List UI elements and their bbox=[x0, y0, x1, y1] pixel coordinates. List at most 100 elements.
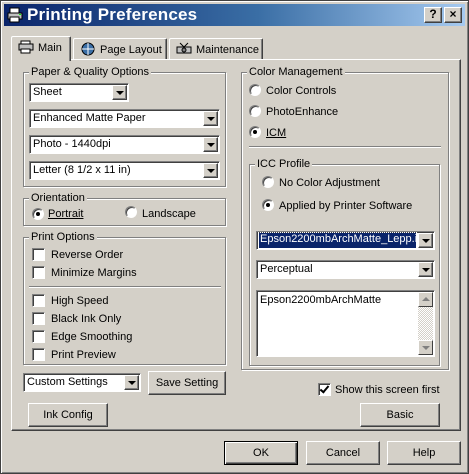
print-preview-label[interactable]: Print Preview bbox=[51, 349, 116, 361]
chevron-down-icon[interactable] bbox=[203, 163, 218, 178]
orientation-legend: Orientation bbox=[29, 192, 87, 204]
help-title-button[interactable]: ? bbox=[424, 7, 442, 23]
color-management-divider bbox=[249, 146, 441, 148]
help-label: Help bbox=[412, 447, 436, 459]
scroll-down-icon[interactable] bbox=[418, 340, 433, 355]
print-options-group: Print Options Reverse Order Minimize Mar… bbox=[23, 231, 226, 365]
basic-button[interactable]: Basic bbox=[360, 403, 440, 427]
ink-config-label: Ink Config bbox=[43, 409, 93, 421]
chevron-down-icon[interactable] bbox=[418, 233, 433, 248]
edge-smoothing-label[interactable]: Edge Smoothing bbox=[51, 331, 132, 343]
media-type-value: Enhanced Matte Paper bbox=[33, 112, 146, 124]
paper-source-value: Sheet bbox=[33, 86, 62, 98]
icc-profile-legend: ICC Profile bbox=[255, 158, 313, 170]
icc-profile-value: Epson2200mbArchMatte_Lepp.icc bbox=[258, 232, 417, 249]
main-tab-panel: Paper & Quality Options Sheet Enhanced M… bbox=[11, 59, 461, 431]
minimize-margins-label[interactable]: Minimize Margins bbox=[51, 267, 137, 279]
applied-by-software-radio[interactable] bbox=[262, 199, 274, 211]
print-preview-checkbox[interactable] bbox=[32, 348, 45, 361]
scroll-up-icon[interactable] bbox=[418, 292, 433, 307]
color-controls-radio[interactable] bbox=[249, 84, 261, 96]
print-options-legend: Print Options bbox=[29, 231, 97, 243]
high-speed-label[interactable]: High Speed bbox=[51, 295, 109, 307]
description-scrollbar[interactable] bbox=[418, 292, 433, 355]
rendering-intent-select[interactable]: Perceptual bbox=[256, 260, 435, 279]
chevron-down-icon[interactable] bbox=[124, 375, 139, 390]
chevron-down-icon[interactable] bbox=[112, 85, 127, 100]
print-quality-value: Photo - 1440dpi bbox=[33, 138, 111, 150]
icc-profile-group: ICC Profile No Color Adjustment Applied … bbox=[249, 158, 440, 366]
tab-maintenance-label: Maintenance bbox=[196, 44, 259, 56]
show-screen-first-label[interactable]: Show this screen first bbox=[335, 384, 440, 396]
tab-strip: Main Page Layout Maintenance bbox=[11, 36, 461, 61]
printer-icon bbox=[7, 7, 23, 23]
window-title: Printing Preferences bbox=[27, 5, 198, 24]
photoenhance-radio[interactable] bbox=[249, 105, 261, 117]
chevron-down-icon[interactable] bbox=[418, 262, 433, 277]
edge-smoothing-checkbox[interactable] bbox=[32, 330, 45, 343]
color-management-group: Color Management Color Controls PhotoEnh… bbox=[241, 66, 449, 370]
paper-source-select[interactable]: Sheet bbox=[29, 83, 129, 102]
show-screen-first-checkbox[interactable] bbox=[318, 383, 331, 396]
tab-maintenance[interactable]: Maintenance bbox=[169, 38, 263, 60]
print-options-divider bbox=[29, 286, 221, 288]
page-layout-icon bbox=[81, 42, 95, 56]
reverse-order-checkbox[interactable] bbox=[32, 248, 45, 261]
portrait-label[interactable]: Portrait bbox=[48, 208, 83, 220]
cancel-button[interactable]: Cancel bbox=[306, 441, 380, 465]
color-management-legend: Color Management bbox=[247, 66, 345, 78]
print-quality-select[interactable]: Photo - 1440dpi bbox=[29, 135, 220, 154]
ok-label: OK bbox=[253, 447, 269, 459]
portrait-text: Portrait bbox=[48, 208, 84, 220]
no-color-adjustment-label[interactable]: No Color Adjustment bbox=[279, 177, 380, 189]
landscape-text: Landscape bbox=[142, 208, 196, 220]
black-ink-only-checkbox[interactable] bbox=[32, 312, 45, 325]
cancel-label: Cancel bbox=[325, 447, 361, 459]
orientation-group: Orientation Portrait Landscape bbox=[23, 192, 226, 226]
close-title-button[interactable]: × bbox=[444, 7, 462, 23]
question-icon: ? bbox=[429, 7, 437, 21]
no-color-adjustment-radio[interactable] bbox=[262, 176, 274, 188]
close-icon: × bbox=[449, 7, 457, 21]
applied-by-software-label[interactable]: Applied by Printer Software bbox=[279, 200, 412, 212]
ink-config-button[interactable]: Ink Config bbox=[28, 403, 108, 427]
portrait-radio[interactable] bbox=[32, 208, 44, 220]
tab-main-label: Main bbox=[38, 42, 62, 54]
printing-preferences-window: Printing Preferences ? × Main Page Layou… bbox=[0, 0, 469, 474]
icm-radio[interactable] bbox=[249, 126, 261, 138]
paper-size-value: Letter (8 1/2 x 11 in) bbox=[33, 164, 131, 176]
basic-label: Basic bbox=[386, 409, 414, 421]
reverse-order-label[interactable]: Reverse Order bbox=[51, 249, 123, 261]
tab-main[interactable]: Main bbox=[11, 36, 71, 61]
help-button[interactable]: Help bbox=[387, 441, 461, 465]
landscape-radio[interactable] bbox=[125, 206, 137, 218]
photoenhance-label[interactable]: PhotoEnhance bbox=[266, 106, 338, 118]
main-tab-icon bbox=[18, 40, 34, 54]
minimize-margins-checkbox[interactable] bbox=[32, 266, 45, 279]
icm-text: ICM bbox=[266, 127, 287, 139]
rendering-intent-value: Perceptual bbox=[260, 263, 313, 275]
chevron-down-icon[interactable] bbox=[203, 111, 218, 126]
maintenance-icon bbox=[176, 42, 192, 54]
profile-description-box[interactable]: Epson2200mbArchMatte bbox=[256, 290, 435, 357]
color-controls-label[interactable]: Color Controls bbox=[266, 85, 336, 97]
save-setting-label: Save Setting bbox=[155, 377, 219, 389]
paper-quality-legend: Paper & Quality Options bbox=[29, 66, 152, 78]
title-bar[interactable]: Printing Preferences ? × bbox=[4, 4, 465, 26]
profile-description-text: Epson2200mbArchMatte bbox=[260, 294, 382, 306]
tab-page-layout[interactable]: Page Layout bbox=[73, 38, 167, 60]
ok-button[interactable]: OK bbox=[224, 441, 298, 465]
chevron-down-icon[interactable] bbox=[203, 137, 218, 152]
landscape-label[interactable]: Landscape bbox=[142, 208, 196, 220]
high-speed-checkbox[interactable] bbox=[32, 294, 45, 307]
tab-page-layout-label: Page Layout bbox=[100, 44, 162, 56]
custom-settings-select[interactable]: Custom Settings bbox=[23, 373, 141, 392]
icc-profile-select[interactable]: Epson2200mbArchMatte_Lepp.icc bbox=[256, 231, 435, 250]
save-setting-button[interactable]: Save Setting bbox=[148, 371, 226, 395]
black-ink-only-label[interactable]: Black Ink Only bbox=[51, 313, 121, 325]
paper-quality-group: Paper & Quality Options Sheet Enhanced M… bbox=[23, 66, 226, 187]
paper-size-select[interactable]: Letter (8 1/2 x 11 in) bbox=[29, 161, 220, 180]
custom-settings-value: Custom Settings bbox=[27, 376, 108, 388]
icm-label[interactable]: ICM bbox=[266, 127, 286, 139]
media-type-select[interactable]: Enhanced Matte Paper bbox=[29, 109, 220, 128]
